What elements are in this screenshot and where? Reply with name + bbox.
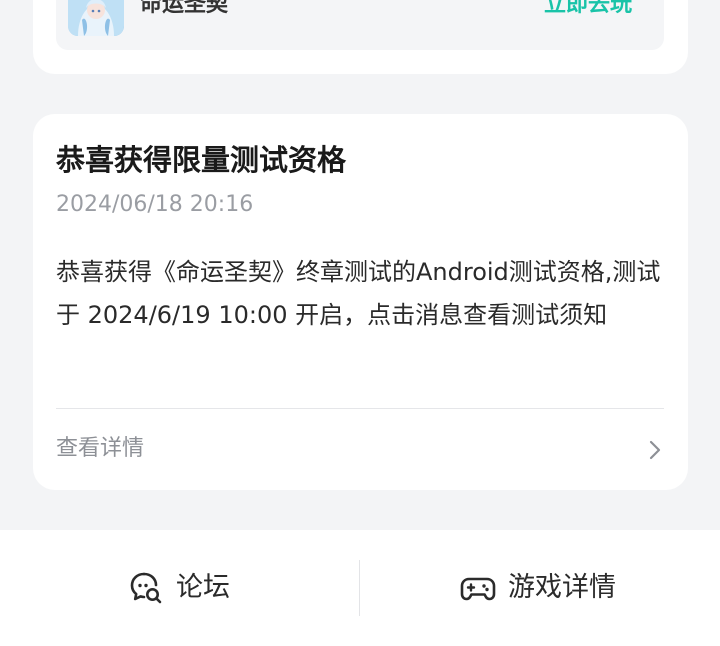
game-row[interactable]: 命运圣契 立即去玩 [56, 0, 664, 50]
forum-label: 论坛 [176, 572, 230, 603]
forum-button[interactable]: 论坛 [128, 560, 230, 616]
message-card: 恭喜获得限量测试资格 2024/06/18 20:16 恭喜获得《命运圣契》终章… [33, 114, 688, 490]
game-name: 命运圣契 [140, 0, 229, 17]
game-details-button[interactable]: 游戏详情 [460, 560, 616, 616]
bottom-action-bar: 论坛 游戏详情 [0, 530, 720, 646]
message-body: 恭喜获得《命运圣契》终章测试的Android测试资格,测试于 2024/6/19… [56, 258, 661, 329]
view-details-row[interactable]: 查看详情 [56, 430, 664, 470]
play-now-button[interactable]: 立即去玩 [544, 0, 632, 20]
game-card: 命运圣契 立即去玩 [33, 0, 688, 74]
game-details-label: 游戏详情 [508, 572, 616, 603]
chevron-right-icon [646, 438, 664, 462]
view-details-label: 查看详情 [56, 436, 145, 461]
gamepad-icon [460, 570, 496, 606]
message-title: 恭喜获得限量测试资格 [56, 143, 347, 177]
message-timestamp: 2024/06/18 20:16 [56, 192, 254, 217]
divider [56, 408, 664, 409]
game-app-icon[interactable] [68, 0, 124, 36]
bar-separator [359, 560, 360, 616]
chat-search-icon [128, 570, 164, 606]
